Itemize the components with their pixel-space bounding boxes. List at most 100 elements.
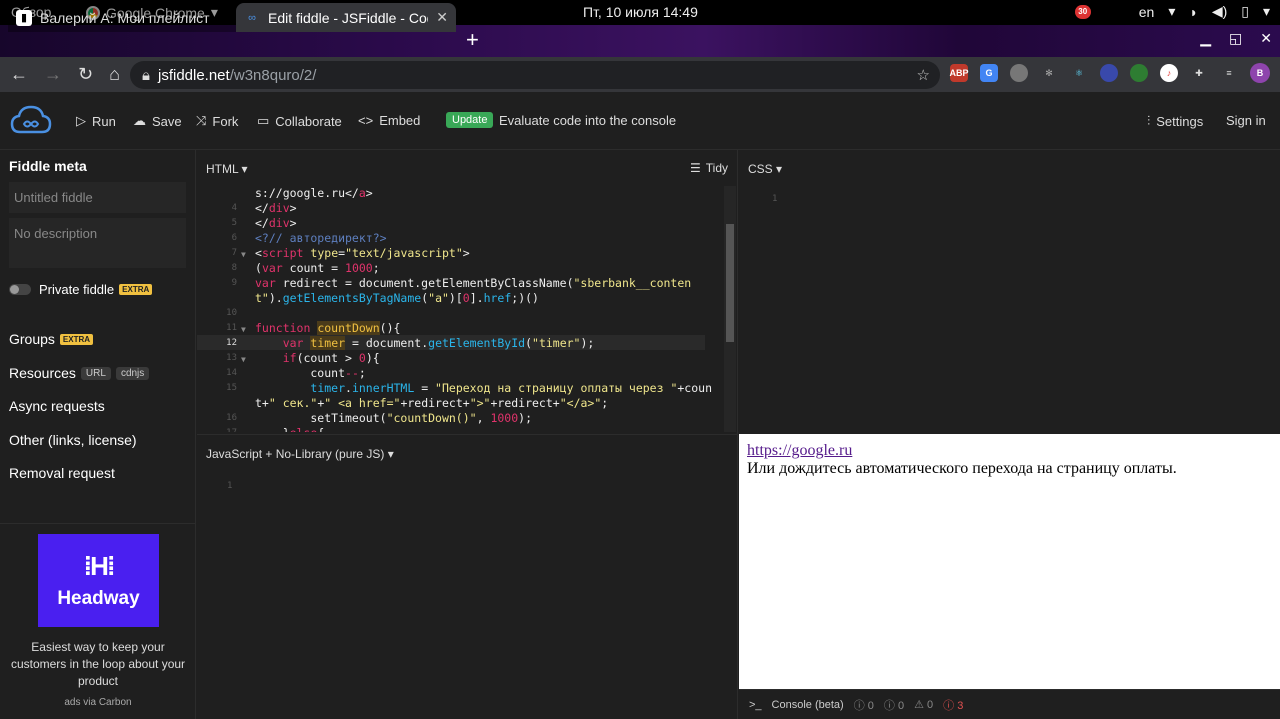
editor-scrollbar[interactable]	[724, 186, 736, 432]
save-button[interactable]: ☁ Save	[133, 113, 182, 129]
extensions-bar: ABP G ✻ ⚛ ♪ ✚ ≡ B ⋮	[950, 63, 1280, 83]
eval-note[interactable]: Evaluate code into the console	[499, 113, 676, 128]
back-icon[interactable]: ←	[10, 64, 28, 85]
maximize-icon[interactable]: ◱	[1229, 30, 1242, 47]
line-number: 13	[226, 353, 237, 363]
result-link[interactable]: https://google.ru	[747, 442, 852, 459]
headway-logo-icon: ⁞H⁞	[83, 551, 115, 581]
css-editor-pane[interactable]: CSS ▾ 1	[739, 150, 1280, 434]
lines-icon: ☰	[690, 161, 701, 175]
log-count-value: 0	[867, 699, 874, 712]
update-badge[interactable]: Update	[446, 112, 494, 128]
groups-label: Groups	[9, 331, 55, 347]
gear-icon[interactable]: ✻	[1040, 64, 1058, 82]
minimize-icon[interactable]: ▁	[1200, 30, 1211, 47]
css-pane-label[interactable]: CSS ▾	[748, 162, 782, 176]
notification-icon[interactable]: 30	[1074, 4, 1091, 19]
ad-attribution[interactable]: ads via Carbon	[0, 697, 196, 708]
line-number: 1	[227, 481, 233, 491]
jsfiddle-logo[interactable]	[10, 104, 52, 136]
info-count-value: 0	[897, 699, 905, 712]
sidebar: Fiddle meta Untitled fiddle No descripti…	[0, 150, 196, 719]
puzzle-icon[interactable]: ✚	[1190, 64, 1208, 82]
close-window-icon[interactable]: ✕	[1260, 30, 1272, 47]
music-icon[interactable]: ♪	[1160, 64, 1178, 82]
chat-icon: ▭	[257, 113, 270, 128]
close-tab-icon[interactable]: ✕	[436, 9, 448, 26]
html-code-editor[interactable]: s://google.ru</a> 4 </div> 5 </div> 6 <?…	[197, 186, 724, 432]
js-editor-pane[interactable]: JavaScript + No-Library (pure JS) ▾ 1	[197, 434, 738, 719]
sign-in-link[interactable]: Sign in	[1226, 113, 1266, 128]
new-tab-button[interactable]: +	[466, 29, 479, 51]
profile-avatar[interactable]: B	[1250, 63, 1270, 83]
fiddle-description-input[interactable]: No description	[9, 218, 186, 268]
code-line: s://google.ru</a>	[255, 186, 373, 200]
error-count: ⓘ 3	[943, 699, 964, 712]
code-icon: <>	[358, 113, 374, 128]
code-line: function countDown(){	[255, 321, 401, 335]
settings-button[interactable]: ⫶ Settings	[1147, 113, 1203, 129]
home-icon[interactable]: ⌂	[109, 64, 120, 85]
collaborate-button[interactable]: ▭ Collaborate	[257, 113, 342, 129]
reload-icon[interactable]: ↻	[78, 64, 93, 85]
window-controls: ▁ ◱ ✕	[1200, 30, 1272, 47]
extension-icon[interactable]	[1100, 64, 1118, 82]
forward-icon[interactable]: →	[44, 64, 62, 85]
tidy-button[interactable]: ☰ Tidy	[690, 161, 728, 175]
collaborate-label: Collaborate	[275, 113, 342, 129]
line-number: 5	[231, 218, 237, 228]
fold-arrow-icon[interactable]: ▼	[241, 352, 246, 367]
wifi-icon[interactable]: ◗	[1189, 4, 1197, 20]
battery-icon[interactable]: ▯	[1241, 3, 1249, 20]
line-number: 4	[231, 203, 237, 213]
code-line: var timer = document.getElementById("tim…	[282, 336, 595, 350]
extension-icon[interactable]	[1130, 64, 1148, 82]
sidebar-item-removal[interactable]: Removal request	[9, 465, 115, 481]
fiddle-name-input[interactable]: Untitled fiddle	[9, 182, 186, 213]
sidebar-item-resources[interactable]: Resources URL cdnjs	[9, 365, 150, 381]
volume-icon[interactable]: ◀)	[1212, 3, 1227, 20]
console-bar[interactable]: >_ Console (beta) ⓘ 0 ⓘ 0 ⚠ 0 ⓘ 3	[739, 689, 1280, 719]
keyboard-layout[interactable]: en	[1139, 4, 1155, 20]
html-pane-label[interactable]: HTML ▾	[206, 162, 248, 176]
jsfiddle-favicon-icon: ∞	[248, 11, 256, 24]
sidebar-item-other[interactable]: Other (links, license)	[9, 432, 137, 448]
media-icon[interactable]: ≡	[1220, 64, 1238, 82]
save-label: Save	[152, 113, 182, 129]
clock[interactable]: Пт, 10 июля 14:49	[583, 4, 698, 20]
tab-favicon-icon: ▮	[16, 9, 32, 26]
tab-playlist[interactable]: ▮ Валерий А: Мои плейлист	[8, 3, 236, 32]
fold-arrow-icon[interactable]: ▼	[241, 322, 246, 337]
system-tray[interactable]: 30 en ▾ ◗ ◀) ▯ ▾	[1074, 3, 1270, 20]
line-number: 12	[226, 338, 237, 348]
sidebar-title: Fiddle meta	[9, 158, 87, 174]
address-bar[interactable]: 🔒︎ jsfiddle.net/w3n8quro/2/ ☆	[130, 61, 940, 89]
fork-icon: ⤨	[196, 113, 207, 128]
cloud-upload-icon: ☁	[133, 113, 146, 128]
sidebar-item-groups[interactable]: Groups EXTRA	[9, 331, 94, 347]
fold-arrow-icon[interactable]: ▼	[241, 247, 246, 262]
ad-image[interactable]: ⁞H⁞ Headway	[38, 534, 159, 627]
bookmark-star-icon[interactable]: ☆	[917, 66, 930, 84]
fork-button[interactable]: ⤨ Fork	[196, 113, 238, 129]
react-icon[interactable]: ⚛	[1070, 64, 1088, 82]
line-number: 16	[226, 413, 237, 423]
sidebar-item-async[interactable]: Async requests	[9, 398, 105, 414]
url-pill[interactable]: URL	[80, 366, 111, 380]
log-count: ⓘ 0	[853, 699, 874, 712]
ad-text[interactable]: Easiest way to keep your customers in th…	[8, 639, 188, 690]
cdnjs-pill[interactable]: cdnjs	[115, 366, 150, 380]
run-button[interactable]: ▷ Run	[76, 113, 116, 129]
js-pane-label[interactable]: JavaScript + No-Library (pure JS) ▾	[206, 447, 394, 461]
lock-icon[interactable]: 🔒︎	[142, 67, 150, 84]
line-number: 11	[226, 323, 237, 333]
adblock-icon[interactable]: ABP	[950, 64, 969, 82]
embed-button[interactable]: <> Embed	[358, 113, 420, 128]
ad-brand: Headway	[57, 588, 140, 609]
extension-icon[interactable]	[1010, 64, 1028, 82]
private-toggle[interactable]	[9, 284, 31, 295]
tab-jsfiddle[interactable]: ∞ Edit fiddle - JSFiddle - Code ✕	[236, 3, 456, 32]
code-line: if(count > 0){	[282, 351, 380, 365]
scrollbar-thumb[interactable]	[726, 224, 734, 342]
translate-icon[interactable]: G	[980, 64, 998, 82]
